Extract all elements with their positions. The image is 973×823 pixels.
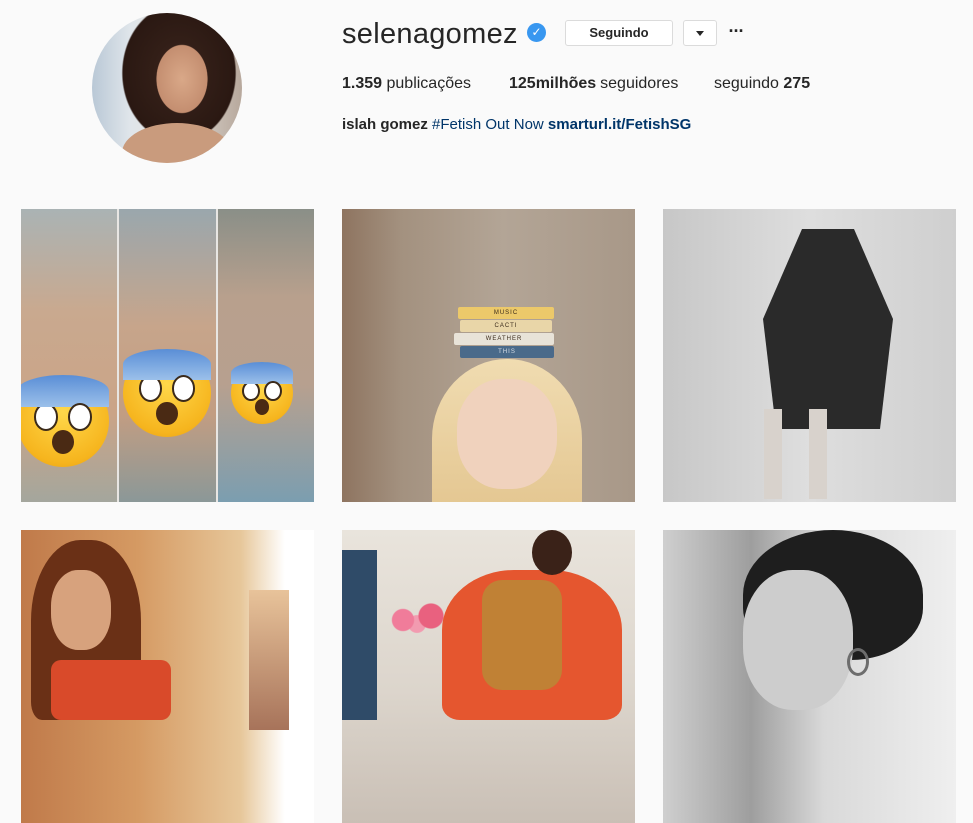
photo-coat	[763, 229, 893, 429]
photo-face	[457, 379, 557, 489]
following-button[interactable]: Seguindo	[565, 20, 673, 46]
post-thumbnail-3[interactable]	[663, 209, 956, 502]
profile-bio: islah gomez #Fetish Out Now smarturl.it/…	[342, 116, 691, 134]
book-spine: THIS	[460, 346, 554, 358]
screaming-emoji-icon	[21, 375, 109, 467]
photo-earring	[847, 648, 869, 676]
stat-followers[interactable]: 125milhões seguidores	[509, 74, 678, 94]
post-thumbnail-4[interactable]	[21, 530, 314, 823]
profile-username: selenagomez	[342, 18, 518, 50]
followers-count: 125milhões	[509, 75, 597, 92]
screaming-emoji-icon	[231, 362, 293, 424]
chevron-down-icon	[696, 31, 704, 36]
photo-panel	[218, 209, 314, 502]
following-label: seguindo	[714, 75, 779, 92]
photo-legs	[755, 409, 845, 499]
followers-label: seguidores	[600, 75, 679, 92]
photo-head	[532, 530, 572, 575]
photo-face	[51, 570, 111, 650]
posts-label: publicações	[386, 75, 472, 92]
photo-blue-chair	[342, 550, 377, 720]
post-thumbnail-1[interactable]	[21, 209, 314, 502]
book-spine: CACTI	[460, 320, 552, 332]
posts-count: 1.359	[342, 75, 383, 92]
photo-handbag	[51, 660, 171, 720]
stat-following[interactable]: seguindo 275	[714, 74, 810, 94]
photo-face	[743, 570, 853, 710]
post-thumbnail-6[interactable]	[663, 530, 956, 823]
bio-external-link[interactable]: smarturl.it/FetishSG	[548, 116, 691, 133]
bio-hashtag-link[interactable]: #Fetish Out Now	[432, 116, 544, 133]
following-count: 275	[783, 75, 811, 92]
verified-badge-icon: ✓	[527, 23, 546, 42]
bio-name: islah gomez	[342, 116, 428, 133]
screaming-emoji-icon	[123, 349, 211, 437]
more-options-icon[interactable]: ···	[727, 20, 745, 46]
photo-jacket	[482, 580, 562, 690]
avatar-shoulder	[122, 123, 232, 163]
book-spine: WEATHER	[454, 333, 554, 345]
suggestions-dropdown-button[interactable]	[683, 20, 717, 46]
post-thumbnail-5[interactable]	[342, 530, 635, 823]
profile-avatar[interactable]	[92, 13, 242, 163]
stat-posts: 1.359 publicações	[342, 74, 471, 94]
post-thumbnail-2[interactable]: MUSIC CACTI WEATHER THIS	[342, 209, 635, 502]
book-spine: MUSIC	[458, 307, 554, 319]
photo-city	[249, 590, 289, 730]
